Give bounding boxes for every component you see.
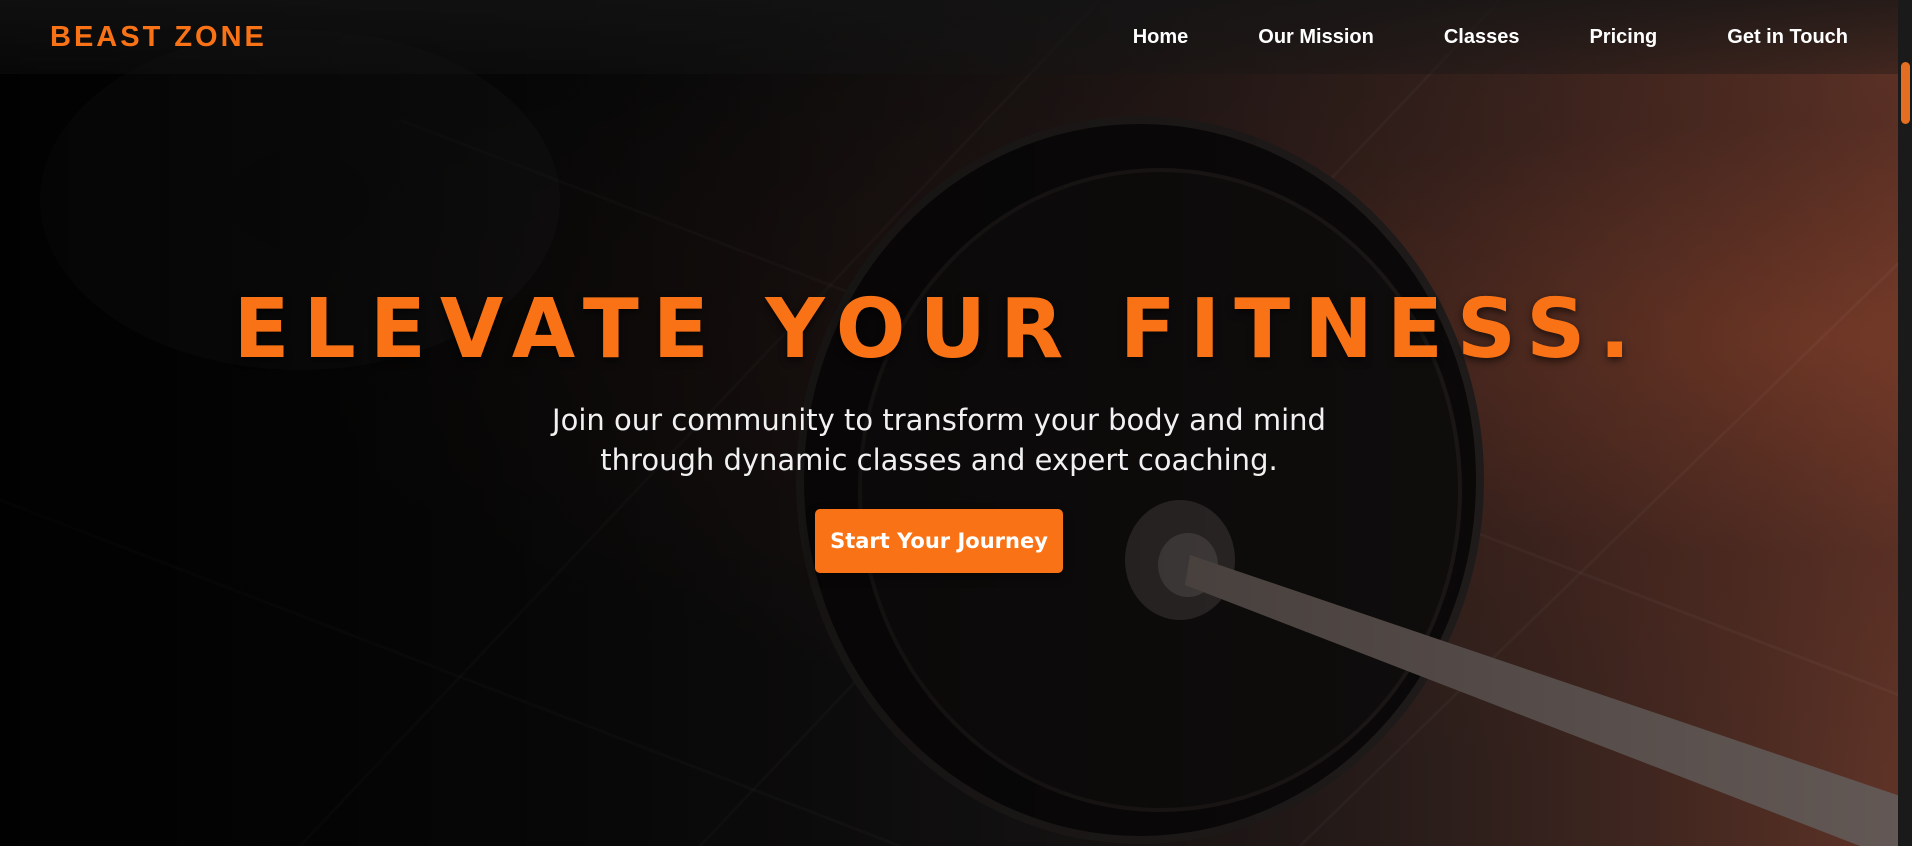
- main-nav: Home Our Mission Classes Pricing Get in …: [1133, 26, 1848, 49]
- hero-section: ELEVATE YOUR FITNESS. Join our community…: [0, 0, 1898, 846]
- hero-title: ELEVATE YOUR FITNESS.: [233, 282, 1645, 377]
- start-journey-button[interactable]: Start Your Journey: [815, 509, 1063, 573]
- nav-item-home[interactable]: Home: [1133, 26, 1189, 49]
- top-navbar: BEAST ZONE Home Our Mission Classes Pric…: [0, 0, 1898, 74]
- scrollbar-thumb[interactable]: [1901, 62, 1910, 124]
- hero-subtitle: Join our community to transform your bod…: [552, 403, 1326, 477]
- nav-item-pricing[interactable]: Pricing: [1589, 26, 1657, 49]
- nav-item-our-mission[interactable]: Our Mission: [1258, 26, 1374, 49]
- brand-logo[interactable]: BEAST ZONE: [50, 21, 267, 54]
- landing-page: BEAST ZONE Home Our Mission Classes Pric…: [0, 0, 1912, 846]
- nav-item-get-in-touch[interactable]: Get in Touch: [1727, 26, 1848, 49]
- page-scrollbar[interactable]: [1898, 0, 1912, 846]
- nav-item-classes[interactable]: Classes: [1444, 26, 1520, 49]
